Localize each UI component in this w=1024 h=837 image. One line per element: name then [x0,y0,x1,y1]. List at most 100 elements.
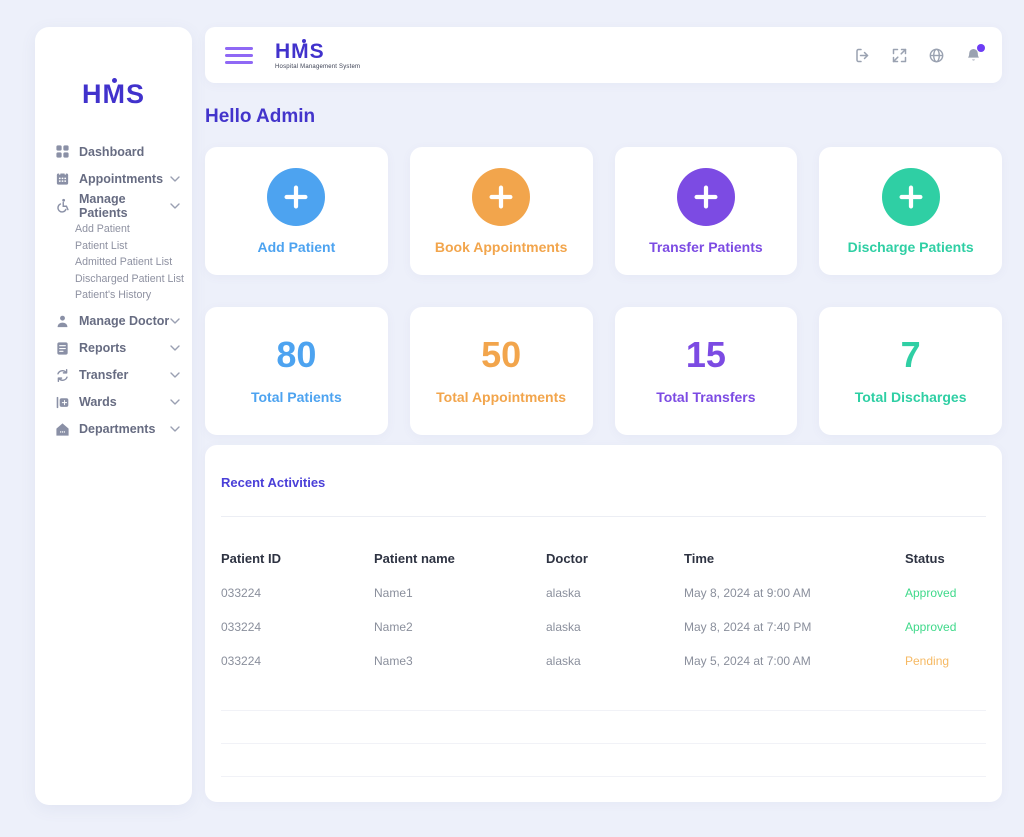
divider [221,516,986,517]
sidebar-item-reports[interactable]: Reports [35,335,192,362]
plus-icon [677,168,735,226]
cell-doctor: alaska [546,620,684,634]
sidebar-item-label: Manage Doctor [79,314,169,328]
page-title: Hello Admin [205,106,1002,128]
plus-icon [267,168,325,226]
add-patient-card[interactable]: Add Patient [205,147,388,275]
empty-table-rows [221,678,986,777]
cell-time: May 8, 2024 at 7:40 PM [684,620,905,634]
action-card-label: Transfer Patients [649,239,763,255]
sidebar-subitem-patients-history[interactable]: Patient's History [35,287,192,304]
sidebar-item-appointments[interactable]: Appointments [35,165,192,192]
transfer-patients-card[interactable]: Transfer Patients [615,147,798,275]
plus-icon [472,168,530,226]
notification-badge [977,44,985,52]
stat-label: Total Transfers [656,389,755,405]
cell-patient-id: 033224 [221,586,374,600]
sidebar-logo: HMS [35,79,192,110]
sidebar-item-transfer[interactable]: Transfer [35,362,192,389]
table-row: 033224 Name2 alaska May 8, 2024 at 7:40 … [221,610,986,644]
logo-dot [302,39,306,43]
document-icon [55,340,71,356]
empty-row [221,744,986,777]
header-logo: HMS Hospital Management System [275,41,360,70]
sidebar-subitem-admitted-patient-list[interactable]: Admitted Patient List [35,254,192,271]
column-header-patient-name: Patient name [374,551,546,566]
cell-time: May 5, 2024 at 7:00 AM [684,654,905,668]
recent-activities-title: Recent Activities [221,475,986,490]
stat-value: 50 [481,337,521,373]
sidebar-item-label: Wards [79,395,117,409]
header-logo-text: HMS [275,41,360,62]
chevron-down-icon [170,176,180,182]
stat-value: 80 [276,337,316,373]
sidebar-subitem-discharged-patient-list[interactable]: Discharged Patient List [35,271,192,288]
total-discharges-card: 7 Total Discharges [819,307,1002,435]
cell-patient-name: Name2 [374,620,546,634]
subitem-label: Add Patient [75,223,130,235]
grid-icon [55,144,71,160]
stat-label: Total Appointments [436,389,566,405]
cell-doctor: alaska [546,586,684,600]
sidebar-logo-text: HMS [82,79,145,109]
sidebar-item-wards[interactable]: Wards [35,389,192,416]
total-transfers-card: 15 Total Transfers [615,307,798,435]
header-logo-subtitle: Hospital Management System [275,64,360,70]
sidebar-item-label: Reports [79,341,126,355]
column-header-patient-id: Patient ID [221,551,374,566]
wheelchair-icon [55,198,71,214]
table-body: 033224 Name1 alaska May 8, 2024 at 9:00 … [221,576,986,678]
main-content: HMS Hospital Management System Hello Adm… [205,27,1002,802]
table-row: 033224 Name3 alaska May 5, 2024 at 7:00 … [221,644,986,678]
total-patients-card: 80 Total Patients [205,307,388,435]
cell-time: May 8, 2024 at 9:00 AM [684,586,905,600]
logout-icon[interactable] [854,47,871,64]
chevron-down-icon [170,399,180,405]
hospital-bed-icon [55,394,71,410]
column-header-status: Status [905,551,986,566]
sidebar-item-departments[interactable]: Departments [35,416,192,443]
table-row: 033224 Name1 alaska May 8, 2024 at 9:00 … [221,576,986,610]
sidebar: HMS Dashboard Appointments Manage Patien… [35,27,192,805]
hamburger-menu-icon[interactable] [225,43,253,68]
subitem-label: Discharged Patient List [75,273,184,285]
status-badge: Approved [905,620,986,634]
cell-doctor: alaska [546,654,684,668]
stat-value: 15 [686,337,726,373]
chevron-down-icon [170,372,180,378]
status-badge: Approved [905,586,986,600]
action-card-label: Discharge Patients [848,239,974,255]
subitem-label: Patient List [75,240,127,252]
discharge-patients-card[interactable]: Discharge Patients [819,147,1002,275]
cell-patient-name: Name1 [374,586,546,600]
stat-cards-row: 80 Total Patients 50 Total Appointments … [205,307,1002,435]
sidebar-subitem-patient-list[interactable]: Patient List [35,238,192,255]
chevron-down-icon [170,426,180,432]
sidebar-item-label: Dashboard [79,145,144,159]
stat-label: Total Discharges [855,389,967,405]
table-header-row: Patient ID Patient name Doctor Time Stat… [221,551,986,566]
sidebar-item-label: Manage Patients [79,192,170,220]
stat-label: Total Patients [251,389,342,405]
sidebar-subitem-add-patient[interactable]: Add Patient [35,221,192,238]
globe-icon[interactable] [928,47,945,64]
action-cards-row: Add Patient Book Appointments Transfer P… [205,147,1002,275]
sidebar-item-manage-patients[interactable]: Manage Patients [35,192,192,219]
bell-icon[interactable] [965,47,982,64]
plus-icon [882,168,940,226]
chevron-down-icon [170,318,180,324]
sidebar-item-label: Departments [79,422,155,436]
sidebar-item-manage-doctor[interactable]: Manage Doctor [35,308,192,335]
chevron-down-icon [170,203,180,209]
calendar-icon [55,171,71,187]
header-icons [854,47,982,64]
sidebar-nav: Dashboard Appointments Manage Patients A… [35,138,192,443]
sidebar-item-label: Transfer [79,368,128,382]
book-appointments-card[interactable]: Book Appointments [410,147,593,275]
fullscreen-icon[interactable] [891,47,908,64]
total-appointments-card: 50 Total Appointments [410,307,593,435]
empty-row [221,711,986,744]
manage-patients-submenu: Add Patient Patient List Admitted Patien… [35,219,192,308]
cell-patient-id: 033224 [221,654,374,668]
sidebar-item-dashboard[interactable]: Dashboard [35,138,192,165]
